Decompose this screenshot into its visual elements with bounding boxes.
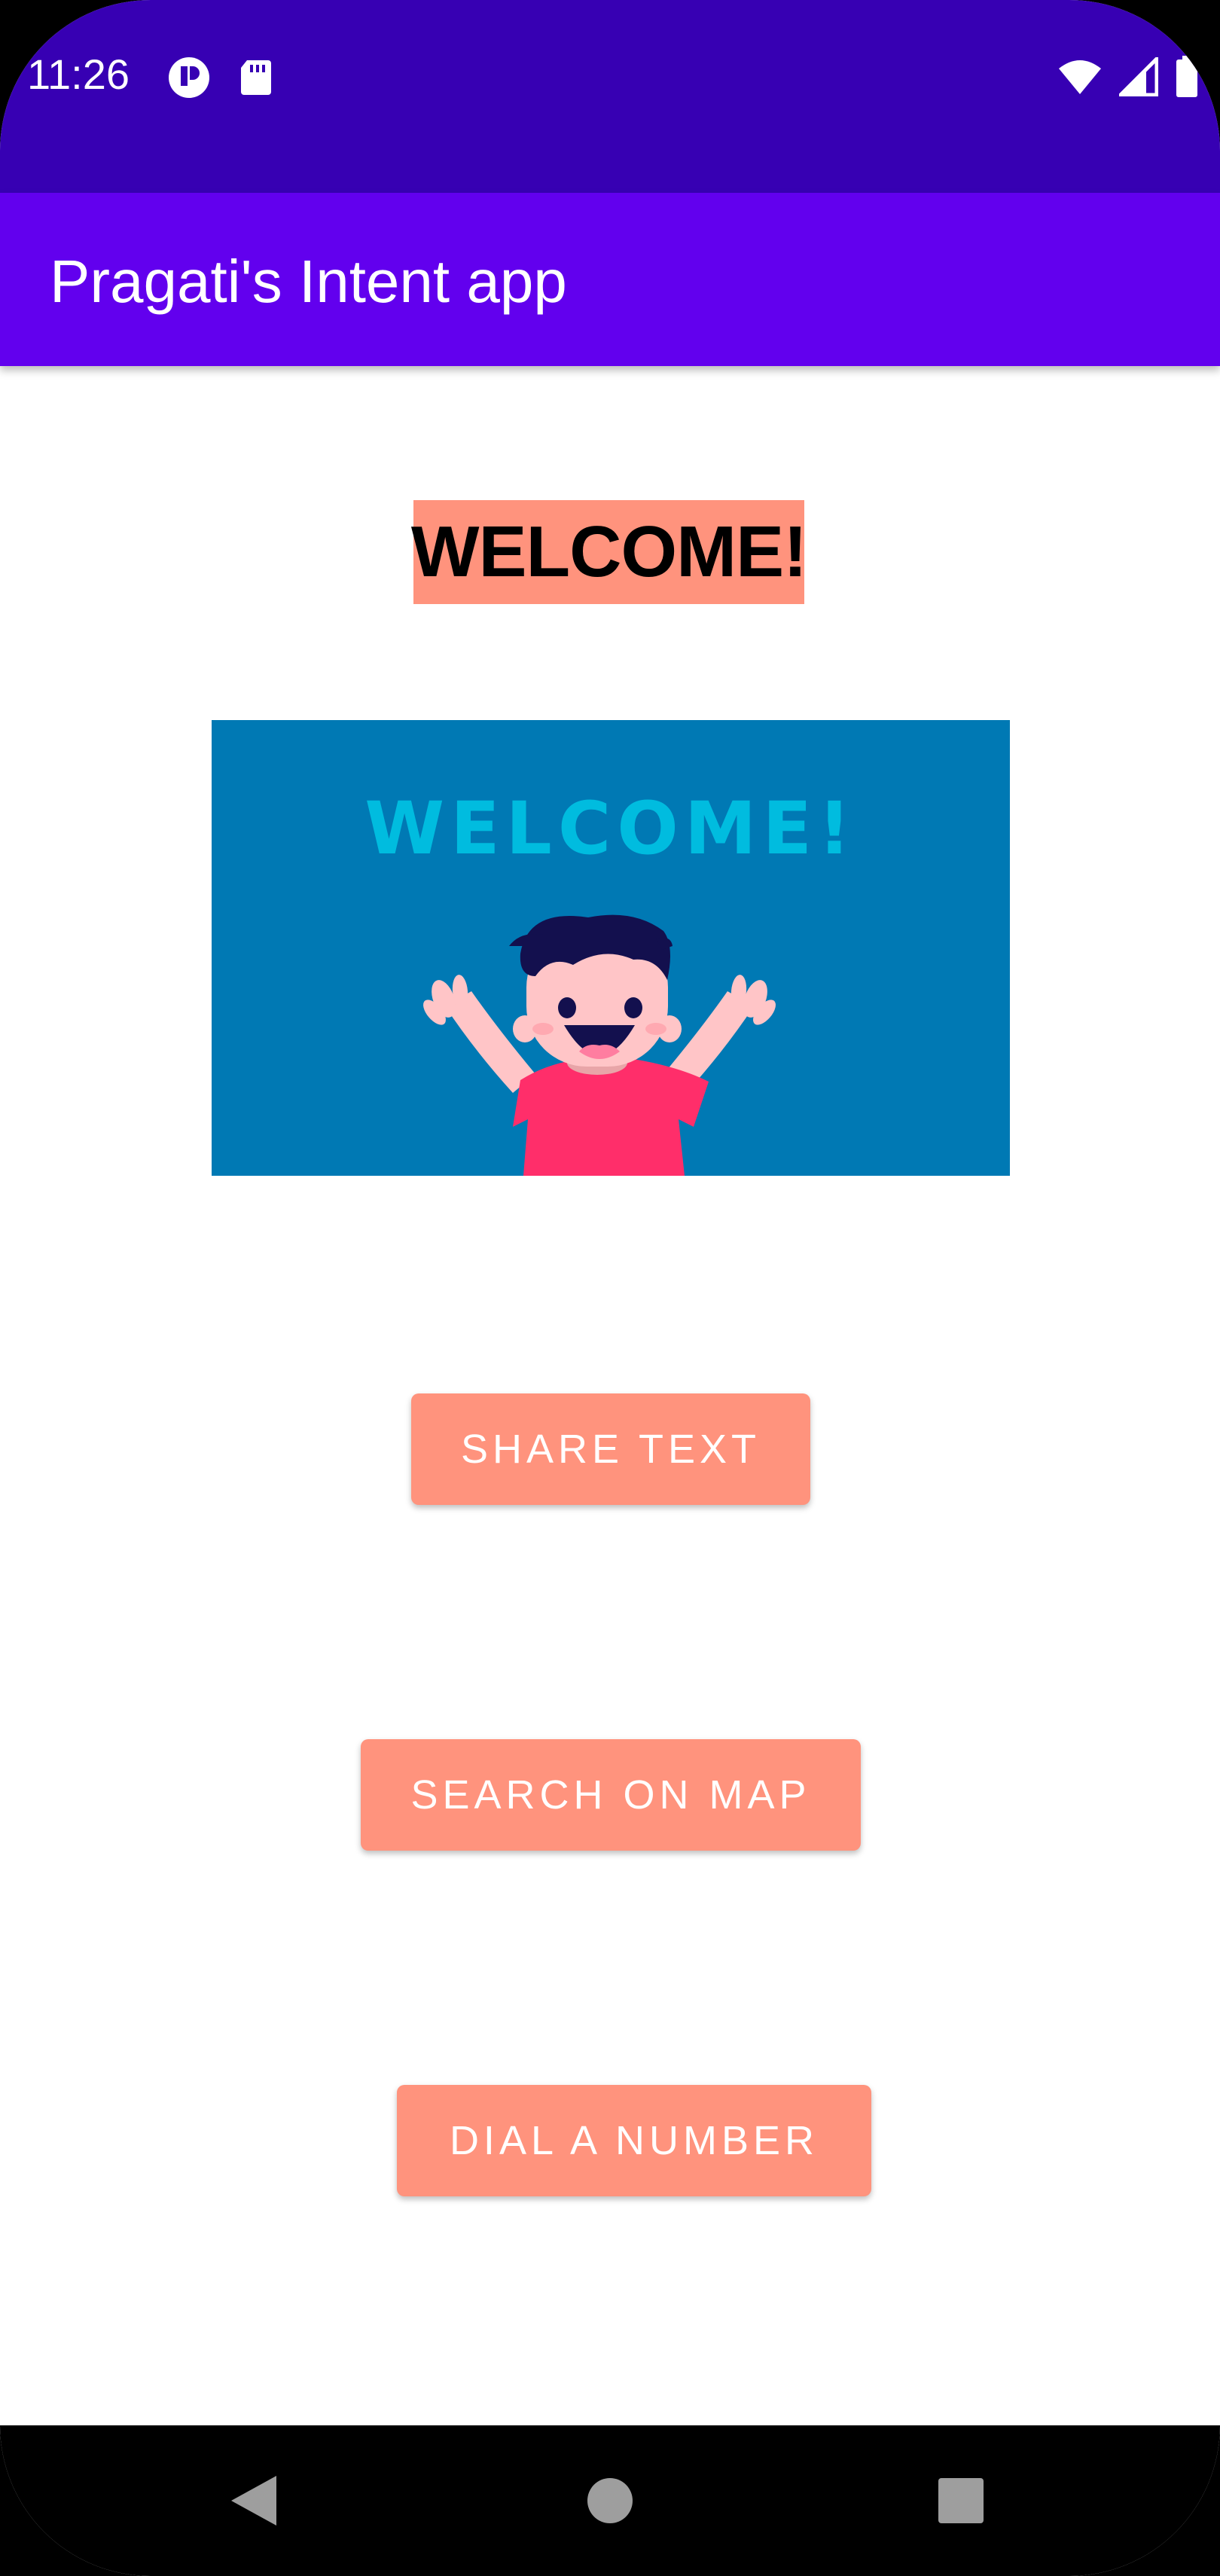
- status-bar: 11:26: [0, 0, 1220, 193]
- app-title: Pragati's Intent app: [50, 248, 567, 315]
- status-right-icons: [1057, 53, 1199, 102]
- notification-app-icon: [167, 56, 211, 103]
- sd-card-icon: [239, 59, 273, 100]
- battery-icon: [1175, 56, 1199, 102]
- app-bar: Pragati's Intent app: [0, 193, 1220, 366]
- status-time: 11:26: [27, 50, 130, 98]
- search-on-map-button[interactable]: SEARCH ON MAP: [361, 1739, 861, 1851]
- waving-kid-illustration: [423, 914, 776, 1176]
- status-left-icons: [167, 56, 273, 103]
- navigation-bar: [0, 2425, 1220, 2576]
- signal-icon: [1115, 53, 1159, 100]
- share-text-button[interactable]: SHARE TEXT: [411, 1393, 810, 1505]
- back-icon[interactable]: [179, 2425, 330, 2576]
- recents-icon[interactable]: [886, 2425, 1036, 2576]
- wifi-icon: [1057, 58, 1103, 99]
- phone-screen: 11:26 Pragati's Intent app WELCOME! WELC…: [0, 0, 1220, 2576]
- welcome-banner-image: WELCOME!: [212, 720, 1010, 1176]
- home-icon[interactable]: [535, 2425, 685, 2576]
- welcome-label: WELCOME!: [411, 500, 807, 604]
- dial-a-number-button[interactable]: DIAL A NUMBER: [397, 2085, 871, 2196]
